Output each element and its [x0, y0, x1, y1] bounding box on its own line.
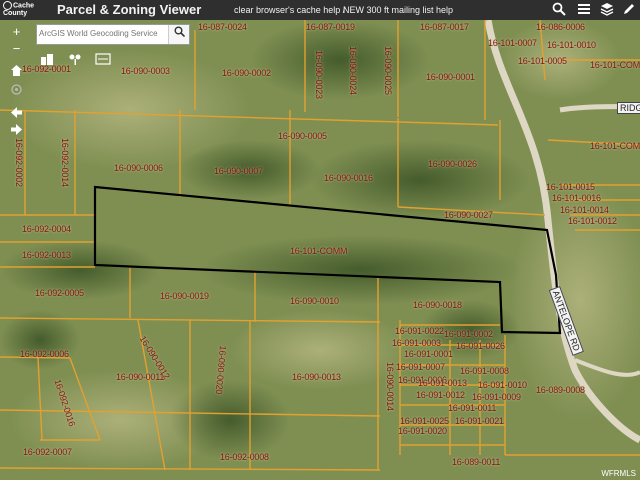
zoom-in-button[interactable]: +	[8, 23, 25, 40]
parcel-label[interactable]: 16-090-0026	[428, 159, 477, 169]
parcel-label[interactable]: 16-092-0005	[35, 288, 84, 298]
parcel-label[interactable]: 16-089-0008	[536, 385, 585, 395]
parcel-label[interactable]: 16-101-0007	[488, 38, 537, 48]
parcel-label[interactable]: 16-090-0027	[444, 210, 493, 220]
parcel-label[interactable]: 16-090-0016	[324, 173, 373, 183]
search-icon[interactable]	[551, 2, 567, 18]
layers-icon[interactable]	[599, 2, 615, 18]
menu-icon[interactable]	[576, 2, 592, 18]
back-arrow-icon[interactable]	[8, 106, 25, 123]
tree-icon[interactable]	[66, 53, 84, 67]
parcel-label[interactable]: 16-090-0010	[290, 296, 339, 306]
parcel-label[interactable]: 16-092-0014	[60, 138, 70, 187]
scale-icon[interactable]	[94, 53, 112, 67]
parcel-label[interactable]: 16-091-0010	[478, 380, 527, 390]
parcel-label[interactable]: 16-092-0007	[23, 447, 72, 457]
mailing-list-help-link[interactable]: NEW 300 ft mailing list help	[343, 5, 453, 15]
parcel-label[interactable]: 16-091-0021	[455, 416, 504, 426]
parcel-label[interactable]: 16-091-0013	[418, 378, 467, 388]
parcel-label[interactable]: 16-101-0010	[547, 40, 596, 50]
parcel-label[interactable]: 16-090-0013	[292, 372, 341, 382]
parcel-label[interactable]: 16-091-0009	[472, 392, 521, 402]
parcel-label[interactable]: 16-091-0001	[404, 349, 453, 359]
parcel-label[interactable]: 16-090-0007	[214, 166, 263, 176]
parcel-label[interactable]: 16-090-0005	[278, 131, 327, 141]
seal-icon	[3, 1, 12, 10]
county-logo: Cache County	[3, 1, 47, 19]
buildings-icon[interactable]	[38, 53, 56, 67]
parcel-label[interactable]: 16-101-0012	[568, 216, 617, 226]
parcel-label[interactable]: 16-090-0006	[114, 163, 163, 173]
app-title: Parcel & Zoning Viewer	[57, 2, 202, 17]
parcel-label[interactable]: 16-092-0004	[22, 224, 71, 234]
attribution: WFRMLS	[601, 469, 636, 478]
parcel-label[interactable]: 16-091-0003	[392, 338, 441, 348]
parcel-label[interactable]: 16-091-0011	[448, 403, 496, 413]
parcel-label[interactable]: 16-091-0026	[456, 341, 505, 351]
parcel-label[interactable]: 16-087-0017	[420, 22, 469, 32]
parcel-label[interactable]: 16-092-0013	[22, 250, 71, 260]
parcel-label[interactable]: 16-089-0011	[452, 457, 500, 467]
parcel-label[interactable]: 16-091-0025	[400, 416, 449, 426]
parcel-label[interactable]: 16-087-0024	[198, 22, 247, 32]
forward-arrow-icon[interactable]	[8, 123, 25, 140]
parcel-label[interactable]: 16-090-0002	[222, 68, 271, 78]
parcel-label[interactable]: 16-091-0020	[398, 426, 447, 436]
search-button[interactable]	[168, 25, 189, 44]
parcel-label[interactable]: 16-091-0008	[460, 366, 509, 376]
cache-help-link[interactable]: clear browser's cache help /	[234, 5, 345, 15]
parcel-label[interactable]: 16-090-0003	[121, 66, 170, 76]
parcel-label[interactable]: 16-091-0002	[444, 329, 493, 339]
map-view[interactable]: 16-087-0024 16-087-0019 16-087-0017 16-0…	[0, 20, 640, 480]
parcel-label[interactable]: 16-087-0019	[306, 22, 355, 32]
parcel-label[interactable]: 16-101-0014	[560, 205, 609, 215]
parcel-label[interactable]: 16-090-0018	[413, 300, 462, 310]
parcel-label[interactable]: 16-101-COMM	[290, 246, 348, 256]
parcel-label[interactable]: 16-092-0008	[220, 452, 269, 462]
parcel-label[interactable]: 16-101-0005	[518, 56, 567, 66]
parcel-label[interactable]: 16-101-0016	[552, 193, 601, 203]
parcel-label[interactable]: 16-090-0024	[348, 46, 358, 95]
parcel-label[interactable]: 16-086-0006	[536, 22, 585, 32]
parcel-label[interactable]: 16-101-0015	[546, 182, 595, 192]
geocoder-search	[36, 24, 190, 45]
parcel-label[interactable]: 16-091-0012	[416, 390, 465, 400]
search-icon	[174, 26, 185, 38]
parcel-label[interactable]: 16-090-0001	[426, 72, 475, 82]
ridge-road-label: RIDG	[617, 102, 640, 114]
parcel-label[interactable]: 16-101-COM	[590, 60, 640, 70]
parcel-label[interactable]: 16-090-0025	[383, 46, 393, 95]
parcel-label[interactable]: 16-092-0006	[20, 349, 69, 359]
parcel-label[interactable]: 16-092-0002	[14, 138, 24, 187]
top-bar: Cache County Parcel & Zoning Viewer clea…	[0, 0, 640, 20]
parcel-label[interactable]: 16-090-0014	[385, 362, 395, 411]
parcel-label[interactable]: 16-090-0023	[314, 50, 324, 99]
search-input[interactable]	[39, 27, 163, 40]
locate-icon[interactable]	[8, 83, 25, 100]
parcel-label[interactable]: 16-091-0022	[395, 326, 444, 336]
edit-icon[interactable]	[621, 2, 637, 18]
parcel-label[interactable]: 16-101-COM	[590, 141, 640, 151]
parcel-label[interactable]: 16-091-0007	[396, 362, 445, 372]
zoom-out-button[interactable]: −	[8, 40, 25, 57]
parcel-label[interactable]: 16-090-0019	[160, 291, 209, 301]
home-icon[interactable]	[8, 64, 25, 81]
parcel-label[interactable]: 16-090-0011	[116, 372, 164, 382]
